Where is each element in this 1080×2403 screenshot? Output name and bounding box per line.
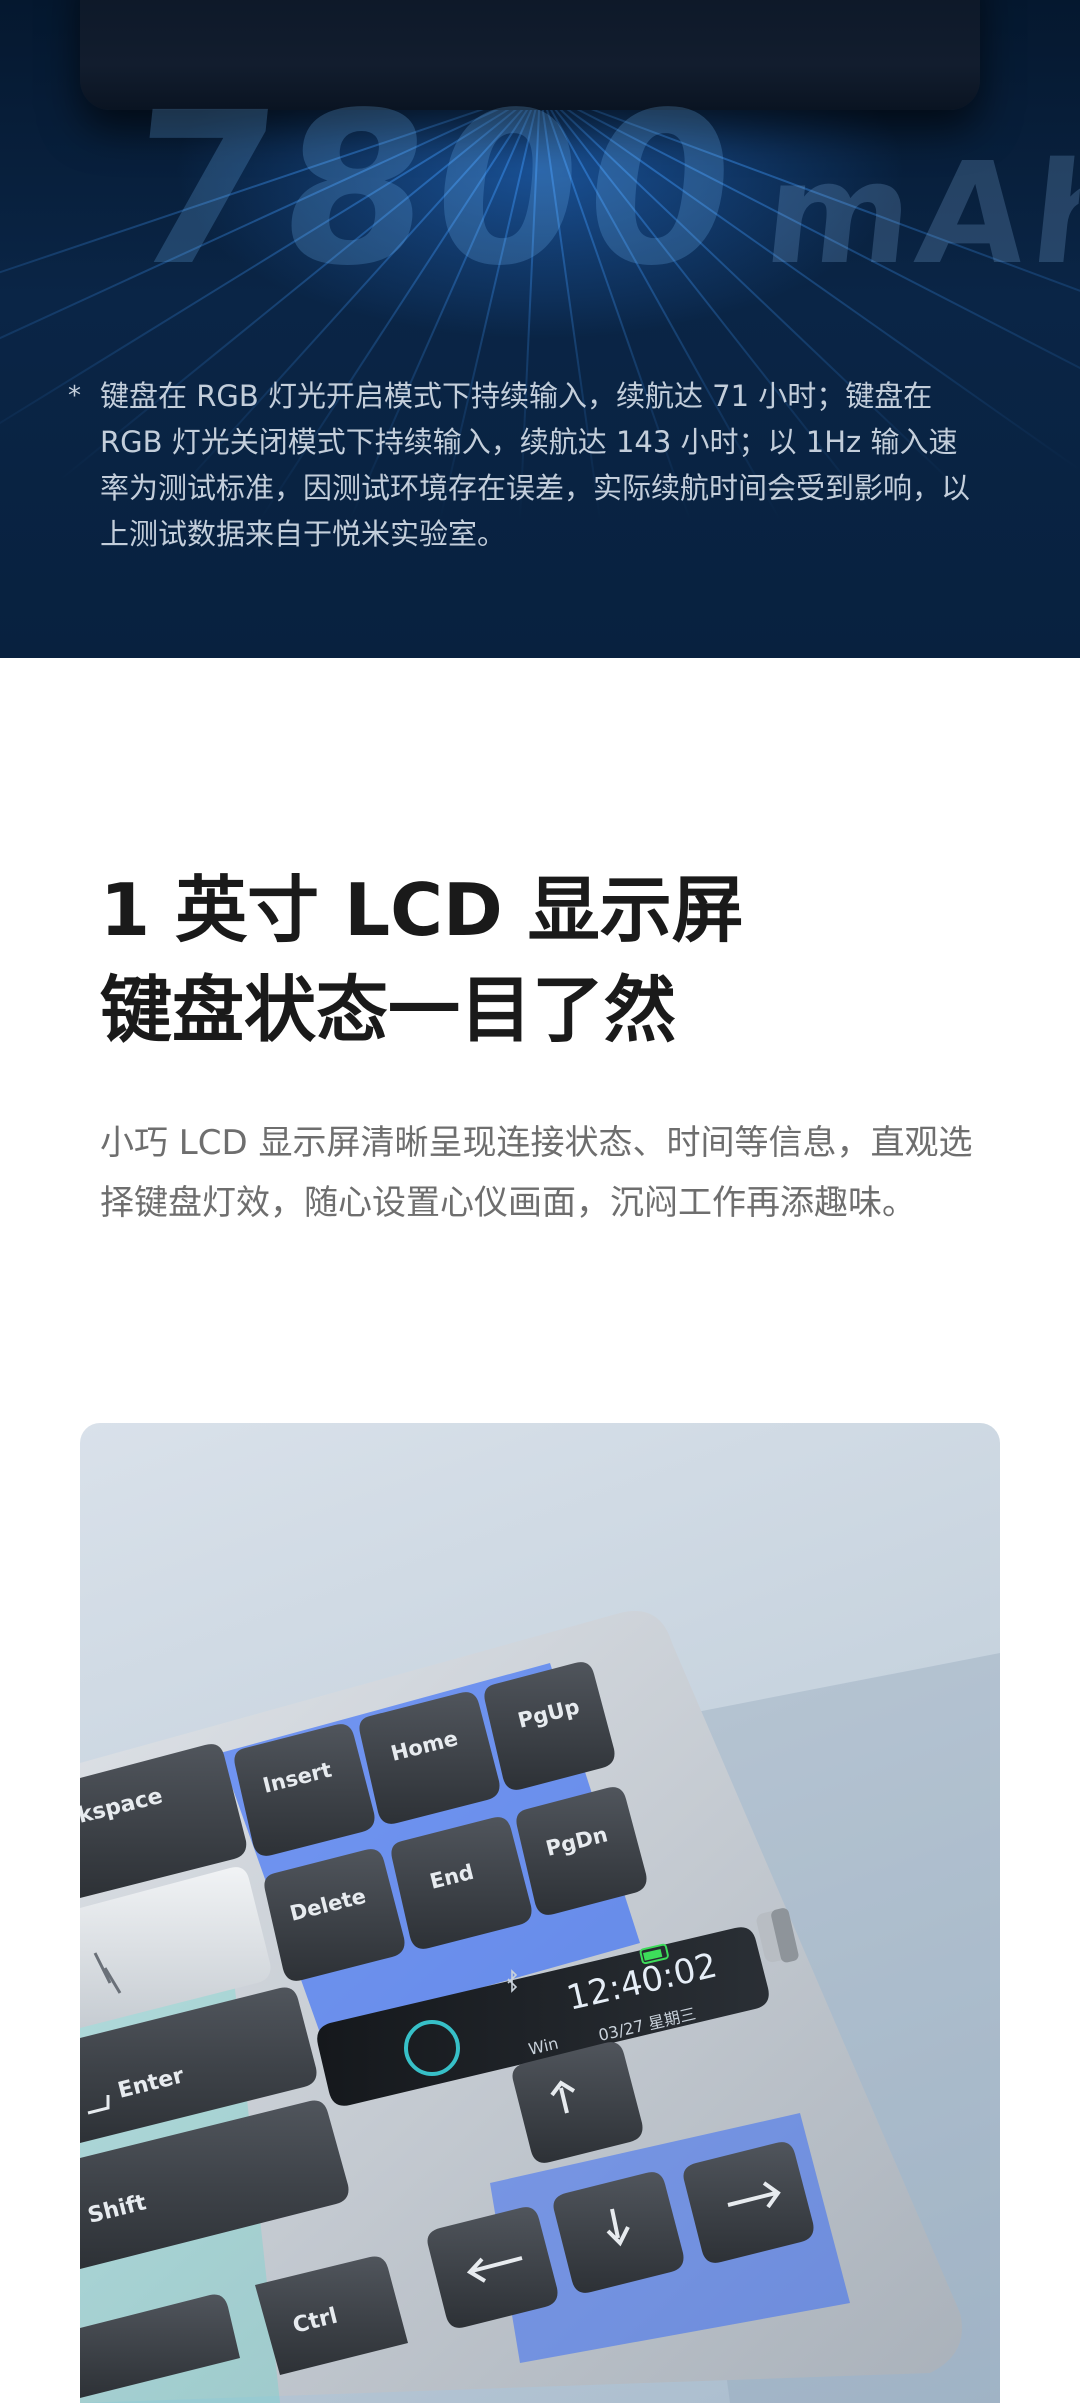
keyboard-illustration: kspace Enter Shift Ctrl Insert Home PgUp…: [80, 1611, 1000, 2403]
section-title: 1 英寸 LCD 显示屏 键盘状态一目了然: [100, 860, 1000, 1060]
section-title-line1: 1 英寸 LCD 显示屏: [100, 868, 744, 952]
section-title-line2: 键盘状态一目了然: [100, 968, 677, 1052]
battery-capacity-number: 7800: [118, 80, 752, 300]
footnote-text: 键盘在 RGB 灯光开启模式下持续输入，续航达 71 小时；键盘在 RGB 灯光…: [100, 379, 971, 551]
battery-capacity-graphic: 7800mAh: [118, 80, 1080, 300]
battery-capacity-unit: mAh: [757, 133, 1080, 296]
keyboard-photo: kspace Enter Shift Ctrl Insert Home PgUp…: [80, 1423, 1000, 2403]
footnote-asterisk: *: [68, 381, 81, 411]
section-description: 小巧 LCD 显示屏清晰呈现连接状态、时间等信息，直观选择键盘灯效，随心设置心仪…: [100, 1123, 973, 1223]
battery-hero: 7800mAh * 键盘在 RGB 灯光开启模式下持续输入，续航达 71 小时；…: [0, 0, 1080, 658]
